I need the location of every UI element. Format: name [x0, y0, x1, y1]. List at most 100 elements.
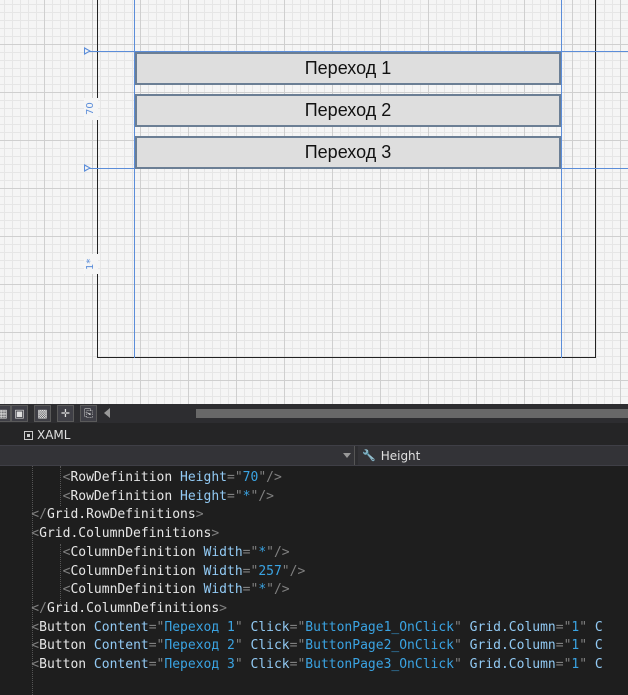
code-line[interactable]: </Grid.ColumnDefinitions> [0, 599, 227, 618]
code-attribute-value: ButtonPage1_OnClick [305, 619, 455, 635]
code-line[interactable]: <RowDefinition Height="*"/> [0, 487, 274, 506]
code-punctuation: " [234, 657, 243, 672]
code-punctuation: =" [289, 657, 306, 672]
code-tag-name: ColumnDefinition [70, 544, 196, 560]
chevron-down-icon[interactable] [343, 453, 351, 458]
row-marker-icon[interactable] [84, 164, 91, 172]
code-attribute-value: ButtonPage3_OnClick [305, 657, 455, 672]
code-tag-name: Button [39, 638, 87, 654]
design-button-1[interactable]: Переход 1 [135, 52, 561, 85]
code-punctuation: < [0, 544, 71, 560]
code-attribute-name: Grid.Column [461, 657, 556, 672]
code-punctuation: > [219, 600, 227, 616]
code-punctuation: < [0, 470, 71, 485]
designer-toolbar: ▦ ▣ ▩ ✛ ⎘ [0, 404, 628, 423]
code-punctuation: < [0, 488, 71, 504]
code-line[interactable]: <ColumnDefinition Width="*"/> [0, 580, 290, 599]
property-bar: 🔧 Height [0, 445, 628, 466]
code-tag-name: Grid.ColumnDefinitions [46, 600, 220, 616]
code-attribute-name: Grid.Column [461, 638, 556, 654]
code-punctuation: < [0, 619, 40, 635]
code-line[interactable]: <Button Content="Переход 2" Click="Butto… [0, 636, 603, 655]
code-punctuation: =" [555, 638, 572, 654]
code-punctuation: </ [0, 600, 47, 616]
artboard-icon[interactable]: ▩ [34, 405, 51, 422]
code-line[interactable]: <ColumnDefinition Width="257"/> [0, 562, 306, 581]
snap-grid-icon[interactable]: ▣ [11, 405, 28, 422]
xaml-designer-canvas[interactable]: 70 1* Переход 1 Переход 2 Переход 3 [0, 0, 628, 404]
code-punctuation: =" [148, 657, 165, 672]
code-attribute-value: Переход 3 [164, 657, 235, 672]
code-punctuation: < [0, 657, 40, 672]
code-attribute-name: Content [86, 638, 149, 654]
code-punctuation: =" [289, 638, 306, 654]
code-punctuation: =" [242, 544, 259, 560]
code-line[interactable]: <Button Content="Переход 1" Click="Butto… [0, 618, 603, 637]
horizontal-scrollbar-thumb[interactable] [196, 409, 628, 418]
code-punctuation: " [579, 657, 588, 672]
code-punctuation: /> [266, 470, 282, 485]
code-line[interactable]: <Grid.ColumnDefinitions> [0, 524, 219, 543]
code-attribute-name: Grid.Column [461, 619, 556, 635]
code-attribute-name: Height [172, 470, 227, 485]
code-attribute-value: ButtonPage2_OnClick [305, 638, 455, 654]
code-punctuation: > [195, 507, 204, 523]
code-punctuation: </ [0, 507, 47, 523]
code-tag-name: Button [39, 619, 87, 635]
code-attribute-value: 257 [258, 563, 282, 579]
code-attribute-value: * [258, 582, 267, 598]
grid-view-icon[interactable]: ▦ [0, 405, 11, 422]
code-tag-name: ColumnDefinition [70, 563, 196, 579]
property-selector[interactable]: 🔧 Height [358, 446, 628, 465]
code-tag-name: RowDefinition [70, 470, 173, 485]
tab-xaml[interactable]: XAML [24, 426, 70, 444]
xaml-code-editor[interactable]: <RowDefinition Height="70"/> <RowDefinit… [0, 466, 628, 695]
code-line[interactable]: </Grid.RowDefinitions> [0, 505, 204, 524]
code-attribute-name: Content [86, 619, 149, 635]
code-punctuation: =" [227, 470, 243, 485]
snap-lines-icon[interactable]: ✛ [57, 405, 74, 422]
code-punctuation: " [454, 657, 462, 672]
column-guide-right [561, 0, 562, 358]
row-marker-icon[interactable] [84, 47, 91, 55]
code-punctuation: " [579, 619, 588, 635]
code-attribute-name: Width [195, 544, 243, 560]
row-height-label[interactable]: 70 [84, 98, 98, 120]
code-attribute-name: C [587, 638, 603, 654]
code-punctuation: " [266, 544, 274, 560]
code-attribute-name: Click [242, 638, 290, 654]
code-attribute-name: C [587, 619, 603, 635]
code-punctuation: > [211, 526, 220, 542]
code-line[interactable]: <RowDefinition Height="70"/> [0, 468, 282, 487]
code-punctuation: " [454, 619, 462, 635]
code-punctuation: " [266, 582, 274, 598]
code-line[interactable]: <Button Content="Переход 3" Click="Butto… [0, 655, 603, 674]
code-attribute-name: C [587, 657, 603, 672]
code-attribute-value: 70 [242, 470, 259, 485]
code-punctuation: < [0, 638, 40, 654]
code-line[interactable]: <ColumnDefinition Width="*"/> [0, 543, 290, 562]
design-button-3[interactable]: Переход 3 [135, 136, 561, 169]
code-attribute-name: Click [242, 657, 290, 672]
code-punctuation: " [281, 563, 290, 579]
scroll-left-icon[interactable] [104, 408, 110, 418]
code-tag-name: Grid.ColumnDefinitions [39, 526, 212, 542]
code-attribute-name: Width [195, 563, 243, 579]
wrench-icon: 🔧 [362, 449, 376, 462]
code-punctuation: < [0, 582, 71, 598]
tab-xaml-label: XAML [37, 428, 71, 442]
code-punctuation: =" [289, 619, 306, 635]
effects-icon[interactable]: ⎘ [80, 405, 97, 422]
code-punctuation: =" [148, 619, 165, 635]
code-punctuation: " [258, 470, 267, 485]
design-button-2[interactable]: Переход 2 [135, 94, 561, 127]
selected-property-label: Height [380, 448, 421, 463]
row-height-label[interactable]: 1* [84, 254, 98, 274]
code-punctuation: " [234, 619, 243, 635]
code-tag-name: Grid.RowDefinitions [46, 507, 196, 523]
editor-tab-strip: XAML [0, 423, 628, 445]
element-selector-dropdown[interactable] [0, 446, 355, 465]
code-attribute-value: Переход 2 [164, 638, 235, 654]
code-punctuation: =" [242, 582, 259, 598]
code-attribute-value: Переход 1 [164, 619, 235, 635]
